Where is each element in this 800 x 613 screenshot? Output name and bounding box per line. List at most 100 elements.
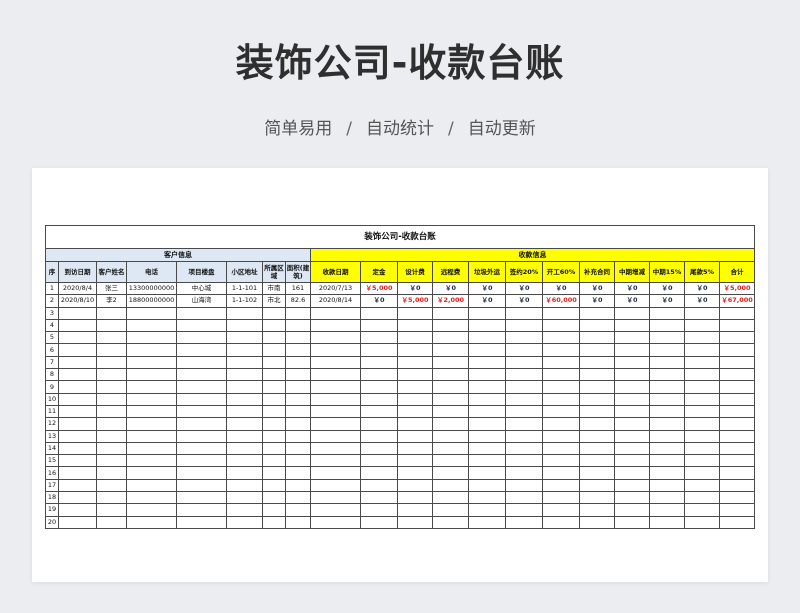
empty-cell[interactable] [468,343,506,357]
cell-no[interactable]: 1 [45,281,59,296]
empty-cell[interactable] [360,355,398,370]
cell-customer-name[interactable]: 张三 [96,281,127,296]
empty-cell[interactable] [285,515,311,529]
empty-cell[interactable] [96,331,127,345]
empty-cell[interactable] [58,503,97,517]
empty-cell[interactable] [649,417,685,431]
empty-cell[interactable] [684,318,720,333]
empty-cell[interactable] [579,306,615,320]
empty-cell[interactable] [360,454,398,468]
empty-cell[interactable] [96,318,127,333]
empty-cell[interactable] [262,306,286,320]
empty-cell[interactable] [432,515,469,529]
empty-cell[interactable] [310,491,361,505]
empty-cell[interactable] [542,331,580,345]
empty-cell[interactable] [310,380,361,394]
empty-cell[interactable] [262,343,286,357]
empty-cell[interactable] [226,331,263,345]
empty-cell[interactable] [58,454,97,468]
cell-amount[interactable]: ￥5,000 [360,281,398,296]
cell-address[interactable]: 1-1-101 [226,281,263,296]
empty-cell[interactable] [579,491,615,505]
empty-cell[interactable] [579,441,615,456]
empty-cell[interactable] [176,331,227,345]
empty-cell[interactable] [684,355,720,370]
empty-cell[interactable] [579,454,615,468]
empty-cell[interactable] [310,417,361,431]
empty-cell[interactable] [614,417,650,431]
empty-cell[interactable] [614,355,650,370]
empty-cell[interactable] [614,454,650,468]
empty-cell[interactable] [58,380,97,394]
empty-cell[interactable] [505,429,543,443]
empty-cell[interactable] [614,306,650,320]
empty-cell[interactable] [684,417,720,431]
cell-no[interactable]: 2 [45,294,59,308]
empty-cell[interactable] [96,454,127,468]
empty-cell[interactable] [360,491,398,505]
empty-cell[interactable] [542,429,580,443]
empty-cell[interactable] [432,454,469,468]
empty-cell[interactable] [262,355,286,370]
empty-cell[interactable] [96,429,127,443]
empty-cell[interactable] [96,417,127,431]
cell-amount[interactable]: ￥0 [468,281,506,296]
empty-cell[interactable] [58,417,97,431]
empty-cell[interactable] [226,368,263,382]
empty-cell[interactable] [649,343,685,357]
empty-cell[interactable] [432,404,469,419]
empty-cell[interactable] [126,466,177,480]
empty-cell[interactable] [468,454,506,468]
empty-cell[interactable] [126,380,177,394]
empty-cell[interactable] [719,355,755,370]
empty-cell[interactable] [542,355,580,370]
cell-amount[interactable]: ￥5,000 [719,281,755,296]
empty-cell[interactable] [505,454,543,468]
cell-no[interactable]: 6 [45,343,59,357]
empty-cell[interactable] [397,417,433,431]
empty-cell[interactable] [58,318,97,333]
empty-cell[interactable] [614,343,650,357]
empty-cell[interactable] [397,503,433,517]
empty-cell[interactable] [176,429,227,443]
empty-cell[interactable] [226,503,263,517]
empty-cell[interactable] [126,404,177,419]
empty-cell[interactable] [432,392,469,406]
empty-cell[interactable] [468,380,506,394]
empty-cell[interactable] [614,368,650,382]
empty-cell[interactable] [432,478,469,493]
empty-cell[interactable] [542,318,580,333]
empty-cell[interactable] [226,404,263,419]
empty-cell[interactable] [226,355,263,370]
empty-cell[interactable] [542,503,580,517]
empty-cell[interactable] [432,503,469,517]
cell-amount[interactable]: ￥0 [649,281,685,296]
empty-cell[interactable] [542,466,580,480]
empty-cell[interactable] [58,331,97,345]
empty-cell[interactable] [310,404,361,419]
empty-cell[interactable] [96,392,127,406]
empty-cell[interactable] [262,331,286,345]
cell-pay-date[interactable]: 2020/8/14 [310,294,361,308]
empty-cell[interactable] [58,478,97,493]
empty-cell[interactable] [649,355,685,370]
cell-area[interactable]: 市北 [262,294,286,308]
empty-cell[interactable] [126,478,177,493]
cell-visit-date[interactable]: 2020/8/4 [58,281,97,296]
empty-cell[interactable] [96,306,127,320]
cell-no[interactable]: 16 [45,466,59,480]
cell-amount[interactable]: ￥60,000 [542,294,580,308]
empty-cell[interactable] [719,417,755,431]
empty-cell[interactable] [505,343,543,357]
empty-cell[interactable] [226,306,263,320]
empty-cell[interactable] [226,478,263,493]
empty-cell[interactable] [542,306,580,320]
empty-cell[interactable] [96,466,127,480]
empty-cell[interactable] [649,331,685,345]
empty-cell[interactable] [579,331,615,345]
empty-cell[interactable] [505,380,543,394]
empty-cell[interactable] [684,503,720,517]
empty-cell[interactable] [96,478,127,493]
empty-cell[interactable] [684,454,720,468]
cell-amount[interactable]: ￥0 [542,281,580,296]
